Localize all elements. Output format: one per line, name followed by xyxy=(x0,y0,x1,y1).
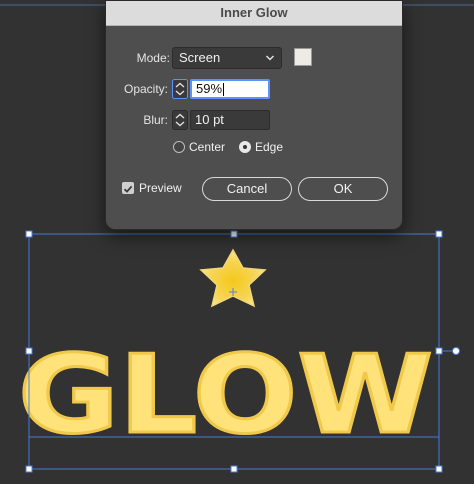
cancel-button[interactable]: Cancel xyxy=(202,177,292,201)
mode-select[interactable]: Screen xyxy=(172,47,282,69)
blur-stepper-icon[interactable] xyxy=(172,110,188,130)
resize-handle-bottom-left xyxy=(25,465,33,473)
blur-input[interactable]: 10 pt xyxy=(190,110,270,130)
inner-glow-dialog: Inner Glow Mode: Screen Opacity: 59% Blu… xyxy=(105,0,403,230)
opacity-input[interactable]: 59% xyxy=(190,79,270,99)
ok-button[interactable]: OK xyxy=(298,177,388,201)
preview-label: Preview xyxy=(139,181,182,195)
resize-handle-top-center xyxy=(230,230,238,238)
blur-label: Blur: xyxy=(143,113,168,127)
checkmark-icon xyxy=(123,185,133,193)
star-shape[interactable] xyxy=(199,248,267,308)
dialog-title: Inner Glow xyxy=(106,1,402,26)
glow-color-swatch[interactable] xyxy=(294,48,312,66)
chevron-down-icon xyxy=(265,51,275,71)
resize-handle-top-left xyxy=(25,230,33,238)
glow-text[interactable]: GLOW xyxy=(17,332,435,460)
resize-handle-middle-left xyxy=(25,347,33,355)
radio-center[interactable] xyxy=(173,141,185,153)
resize-handle-top-right xyxy=(435,230,443,238)
mode-label: Mode: xyxy=(136,51,170,65)
opacity-label: Opacity: xyxy=(123,82,168,96)
radio-center-label: Center xyxy=(189,140,226,154)
opacity-value: 59% xyxy=(196,81,223,96)
rotate-handle xyxy=(452,347,460,355)
mode-value: Screen xyxy=(179,50,221,65)
text-caret xyxy=(223,83,225,97)
opacity-stepper-icon[interactable] xyxy=(172,79,188,99)
resize-handle-bottom-right xyxy=(435,465,443,473)
preview-checkbox[interactable] xyxy=(122,182,134,194)
resize-handle-bottom-center xyxy=(230,465,238,473)
radio-edge-label: Edge xyxy=(255,140,284,154)
radio-edge[interactable] xyxy=(239,141,251,153)
resize-handle-middle-right xyxy=(435,347,443,355)
